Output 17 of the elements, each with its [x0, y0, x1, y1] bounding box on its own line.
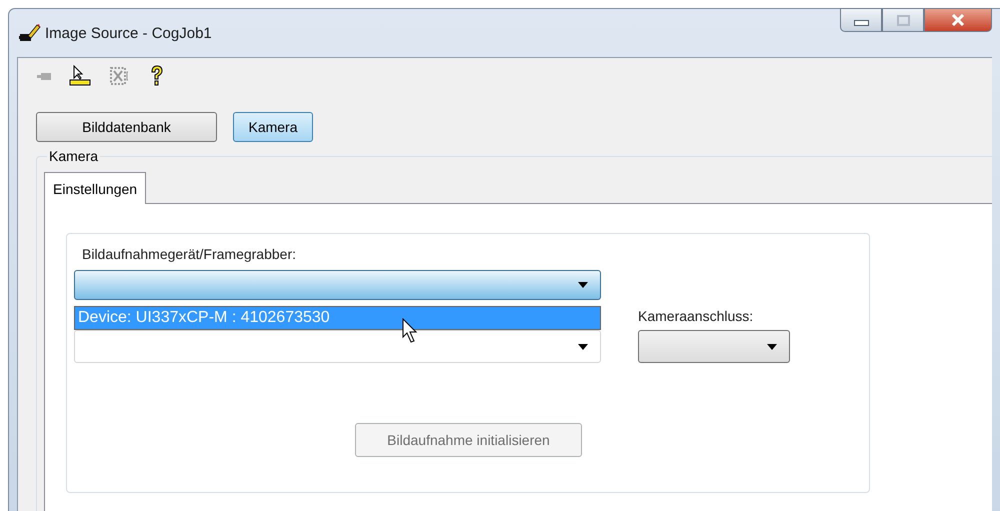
pointer-ruler-icon[interactable] — [69, 65, 91, 87]
source-button[interactable]: Bilddatenbank — [36, 112, 217, 142]
camera-pen-icon — [19, 23, 41, 43]
source-button[interactable]: Kamera — [233, 112, 313, 142]
camera-port-dropdown[interactable] — [638, 330, 790, 363]
group-title: Kamera — [47, 148, 100, 164]
field-label: Kameraanschluss: — [638, 308, 754, 324]
close-button[interactable] — [924, 8, 992, 32]
minimize-button[interactable] — [840, 8, 882, 32]
field-label: Bildaufnahmegerät/Framegrabber: — [82, 246, 298, 262]
tab[interactable]: Einstellungen — [44, 172, 146, 204]
maximize-button[interactable] — [882, 8, 924, 32]
device-dropdown[interactable] — [74, 270, 601, 300]
selection-grid-icon[interactable] — [109, 66, 131, 86]
close-icon — [950, 14, 966, 26]
help-icon[interactable] — [149, 65, 165, 87]
window-title: Image Source - CogJob1 — [45, 24, 212, 42]
